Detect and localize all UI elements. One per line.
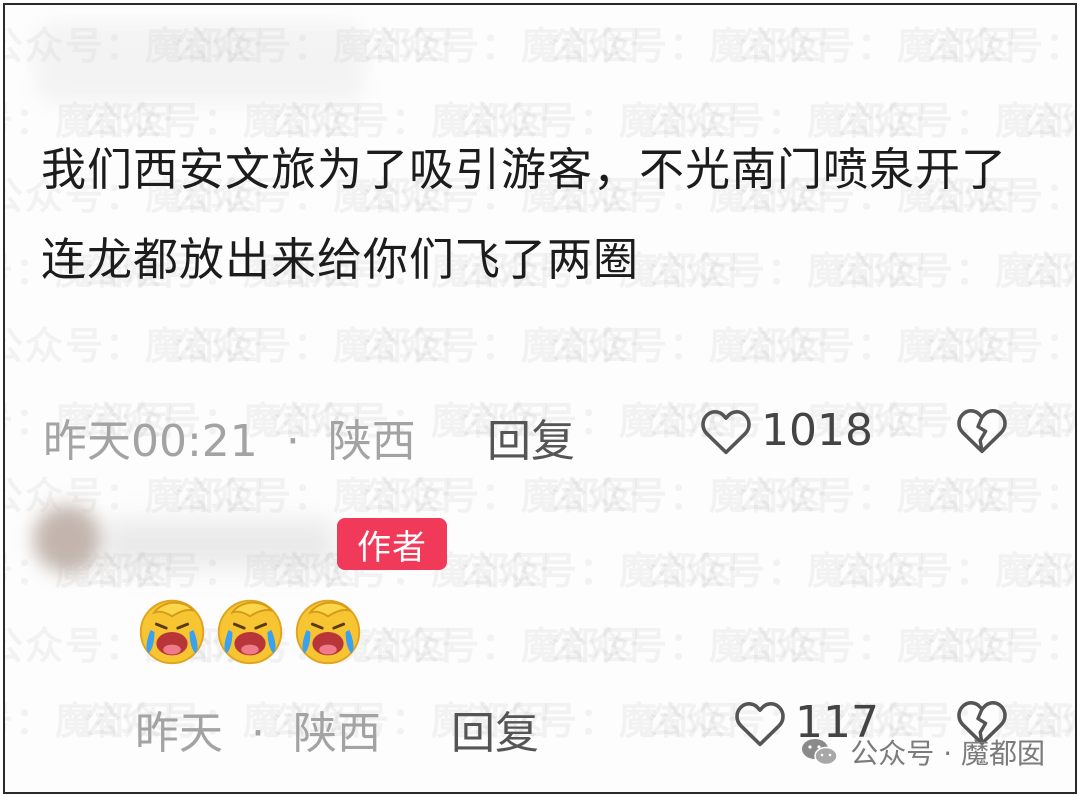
footer-watermark: 公众号 · 魔都囡 bbox=[800, 732, 1045, 772]
comment-meta: 昨天00:21 · 陕西 bbox=[43, 405, 416, 469]
meta-separator: · bbox=[251, 708, 265, 759]
footer-label: 公众号 · 魔都囡 bbox=[850, 737, 1045, 770]
reply-button[interactable]: 回复 bbox=[487, 405, 575, 469]
laugh-cry-emoji-icon bbox=[139, 599, 205, 665]
comment-location: 陕西 bbox=[327, 416, 416, 467]
heart-outline-icon bbox=[701, 409, 751, 454]
emoji-row bbox=[133, 591, 367, 669]
blurred-username bbox=[105, 520, 335, 568]
laugh-cry-emoji-icon bbox=[295, 599, 361, 665]
like-button[interactable]: 1018 bbox=[699, 405, 873, 456]
wechat-icon bbox=[802, 739, 839, 766]
broken-heart-icon bbox=[957, 409, 1007, 454]
reply-button[interactable]: 回复 bbox=[451, 697, 539, 761]
comment-panel: 公众号：魔都囡公众号：魔都囡公众号：魔都囡公众号：魔都囡公众号：魔都囡公众号：魔… bbox=[3, 3, 1077, 794]
avatar[interactable] bbox=[33, 505, 101, 573]
author-badge: 作者 bbox=[337, 518, 447, 570]
blurred-username bbox=[35, 23, 365, 103]
comment-meta: 昨天 · 陕西 bbox=[135, 697, 381, 761]
like-count: 1018 bbox=[761, 405, 873, 456]
comment-time: 昨天 bbox=[135, 708, 223, 759]
meta-separator: · bbox=[285, 416, 300, 467]
comment-time: 昨天00:21 bbox=[43, 416, 258, 467]
comment-body: 我们西安文旅为了吸引游客，不光南门喷泉开了 连龙都放出来给你们飞了两圈 bbox=[41, 143, 1008, 286]
heart-outline-icon bbox=[735, 701, 785, 746]
comment-location: 陕西 bbox=[293, 708, 381, 759]
dislike-button[interactable] bbox=[955, 405, 1009, 459]
laugh-cry-emoji-icon bbox=[217, 599, 283, 665]
